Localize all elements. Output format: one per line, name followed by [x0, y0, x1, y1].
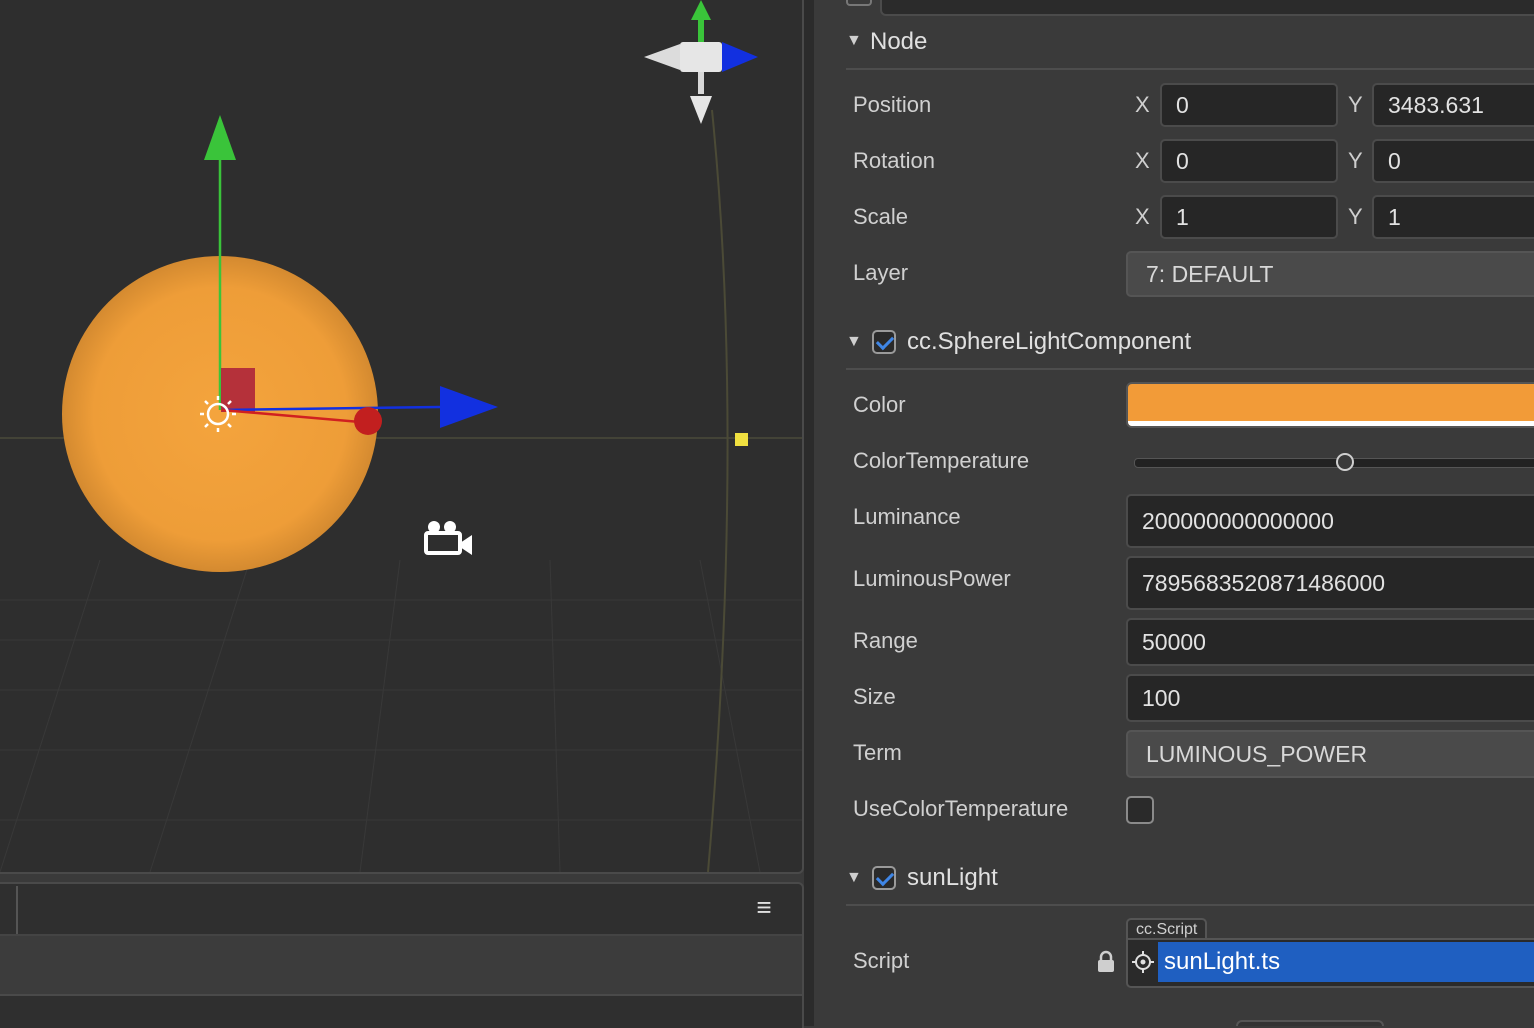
- inspector-panel: ▼ Node Position X 0 Y 3483.631 Rotation …: [814, 0, 1534, 1026]
- luminous-power-input[interactable]: 7895683520871486000: [1126, 556, 1534, 610]
- color-label: Color: [853, 392, 906, 417]
- sunlight-enabled-checkbox[interactable]: [872, 866, 896, 890]
- position-label: Position: [853, 92, 932, 117]
- luminous-power-label: LuminousPower: [853, 566, 1011, 591]
- slider-thumb[interactable]: [1336, 453, 1354, 471]
- orientation-gizmo-icon: [644, 0, 758, 124]
- range-input[interactable]: 50000: [1126, 618, 1534, 666]
- scale-y-input[interactable]: 1: [1372, 195, 1534, 239]
- term-select[interactable]: LUMINOUS_POWER: [1126, 730, 1534, 778]
- position-y-input[interactable]: 3483.631: [1372, 83, 1534, 127]
- layer-label: Layer: [853, 260, 909, 285]
- range-label: Range: [853, 628, 918, 653]
- range-handle: [735, 433, 748, 446]
- layer-select[interactable]: 7: DEFAULT: [1126, 251, 1534, 297]
- rotation-x-input[interactable]: 0: [1160, 139, 1338, 183]
- size-input[interactable]: 100: [1126, 674, 1534, 722]
- use-color-temperature-checkbox[interactable]: [1126, 796, 1154, 824]
- term-label: Term: [853, 740, 902, 765]
- use-color-temperature-label: UseColorTemperature: [853, 796, 1069, 821]
- bottom-tab-bar: ≡: [0, 884, 802, 936]
- node-section-title[interactable]: Node: [870, 28, 927, 56]
- script-asset-field[interactable]: sunLight.ts: [1126, 938, 1534, 988]
- position-x-input[interactable]: 0: [1160, 83, 1338, 127]
- floor-grid: [0, 559, 802, 872]
- panel-splitter[interactable]: [804, 0, 814, 1026]
- rotation-label: Rotation: [853, 148, 935, 173]
- tab-divider: [0, 886, 18, 934]
- scale-label: Scale: [853, 204, 909, 229]
- light-range-arc: [707, 109, 729, 872]
- locate-icon[interactable]: [1132, 951, 1154, 973]
- triangle-down-icon[interactable]: ▼: [846, 32, 862, 50]
- triangle-down-icon[interactable]: ▼: [846, 869, 862, 887]
- divider: [846, 68, 1534, 70]
- luminance-input[interactable]: 200000000000000: [1126, 494, 1534, 548]
- scene-viewport[interactable]: [0, 0, 804, 874]
- hamburger-menu-icon[interactable]: ≡: [752, 894, 776, 920]
- position-y-axis[interactable]: Y: [1348, 92, 1363, 118]
- rotation-x-axis[interactable]: X: [1135, 148, 1150, 174]
- partial-name-field[interactable]: [880, 0, 1534, 16]
- bottom-content: [0, 996, 802, 1028]
- scale-x-input[interactable]: 1: [1160, 195, 1338, 239]
- scale-y-axis[interactable]: Y: [1348, 204, 1363, 230]
- lock-icon[interactable]: [1096, 950, 1116, 974]
- camera-icon: [424, 521, 472, 555]
- bottom-panel: ≡: [0, 882, 804, 1028]
- bottom-toolbar: [0, 936, 802, 996]
- sphere-light-section-title[interactable]: cc.SphereLightComponent: [907, 328, 1191, 356]
- alpha-strip: [1128, 421, 1534, 426]
- scene-canvas[interactable]: [0, 0, 802, 872]
- rotation-y-input[interactable]: 0: [1372, 139, 1534, 183]
- triangle-down-icon[interactable]: ▼: [846, 333, 862, 351]
- luminance-label: Luminance: [853, 504, 961, 529]
- add-component-button-partial[interactable]: [1236, 1020, 1384, 1026]
- script-asset-value[interactable]: sunLight.ts: [1158, 942, 1534, 982]
- divider: [846, 904, 1534, 906]
- rotation-y-axis[interactable]: Y: [1348, 148, 1363, 174]
- sunlight-section-title[interactable]: sunLight: [907, 864, 998, 892]
- position-x-axis[interactable]: X: [1135, 92, 1150, 118]
- script-label: Script: [853, 948, 910, 973]
- color-picker-swatch[interactable]: [1126, 382, 1534, 428]
- scale-x-axis[interactable]: X: [1135, 204, 1150, 230]
- partial-checkbox[interactable]: [846, 0, 872, 6]
- sphere-light-enabled-checkbox[interactable]: [872, 330, 896, 354]
- color-temperature-label: ColorTemperature: [853, 448, 1030, 473]
- color-temperature-slider[interactable]: [1134, 458, 1534, 468]
- size-label: Size: [853, 684, 896, 709]
- divider: [846, 368, 1534, 370]
